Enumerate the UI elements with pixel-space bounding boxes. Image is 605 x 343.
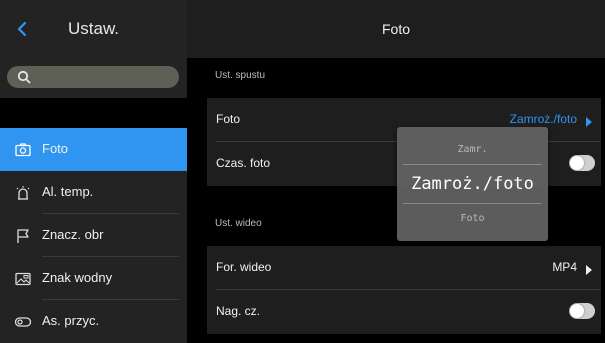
sidebar-item-label: Znacz. obr <box>42 227 104 242</box>
main-header: Foto <box>187 0 605 58</box>
toggle-icon <box>14 313 32 331</box>
row-video-format[interactable]: For. wideo MP4 <box>207 246 601 290</box>
section-label-video: Ust. wideo <box>215 218 262 229</box>
row-value: Zamroż./foto <box>509 112 577 126</box>
search-input[interactable] <box>7 66 179 88</box>
picker-option[interactable]: Zamr. <box>397 144 548 155</box>
sidebar-item-label: Al. temp. <box>42 184 94 199</box>
sidebar-header: Ustaw. <box>0 0 187 58</box>
search-icon <box>17 70 31 84</box>
back-button[interactable] <box>10 16 36 42</box>
sidebar-item-label: As. przyc. <box>42 313 100 328</box>
search-area <box>0 58 187 98</box>
sidebar-title: Ustaw. <box>68 19 120 38</box>
chevron-left-icon <box>17 21 27 37</box>
row-label: Czas. foto <box>216 156 271 170</box>
row-value: MP4 <box>552 260 577 274</box>
row-label: Foto <box>216 112 241 126</box>
sidebar-item-znak-wodny[interactable]: Znak wodny <box>0 257 187 300</box>
row-label: Nag. cz. <box>216 304 261 318</box>
section-label-shutter: Ust. spustu <box>215 70 266 81</box>
picker-option[interactable]: Foto <box>397 213 548 224</box>
row-label: For. wideo <box>216 260 272 274</box>
divider <box>403 203 542 204</box>
chevron-right-icon <box>585 114 593 127</box>
toggle-knob <box>570 156 584 170</box>
sidebar-item-as-przyc[interactable]: As. przyc. <box>0 300 187 343</box>
shutter-mode-picker[interactable]: Zamr. Zamroż./foto Foto <box>397 127 548 241</box>
toggle-knob <box>570 304 584 318</box>
timer-photo-toggle[interactable] <box>569 155 595 171</box>
camera-icon <box>14 141 32 159</box>
time-recording-toggle[interactable] <box>569 303 595 319</box>
sidebar-item-label: Foto <box>42 141 69 156</box>
sidebar-item-foto[interactable]: Foto <box>0 128 187 171</box>
sidebar-item-label: Znak wodny <box>42 270 113 285</box>
sidebar-item-znacz-obr[interactable]: Znacz. obr <box>0 214 187 257</box>
picker-option-selected[interactable]: Zamroż./foto <box>397 174 548 194</box>
sidebar: Ustaw. Foto Al. temp. Znacz. obr Znak wo… <box>0 0 187 343</box>
sidebar-item-al-temp[interactable]: Al. temp. <box>0 171 187 214</box>
page-title: Foto <box>381 21 410 37</box>
sidebar-spacer <box>0 98 187 128</box>
flag-icon <box>14 227 32 245</box>
chevron-right-icon <box>585 262 593 275</box>
divider <box>403 164 542 165</box>
row-time-recording: Nag. cz. <box>207 290 601 334</box>
watermark-icon <box>14 270 32 288</box>
alarm-icon <box>14 184 32 202</box>
